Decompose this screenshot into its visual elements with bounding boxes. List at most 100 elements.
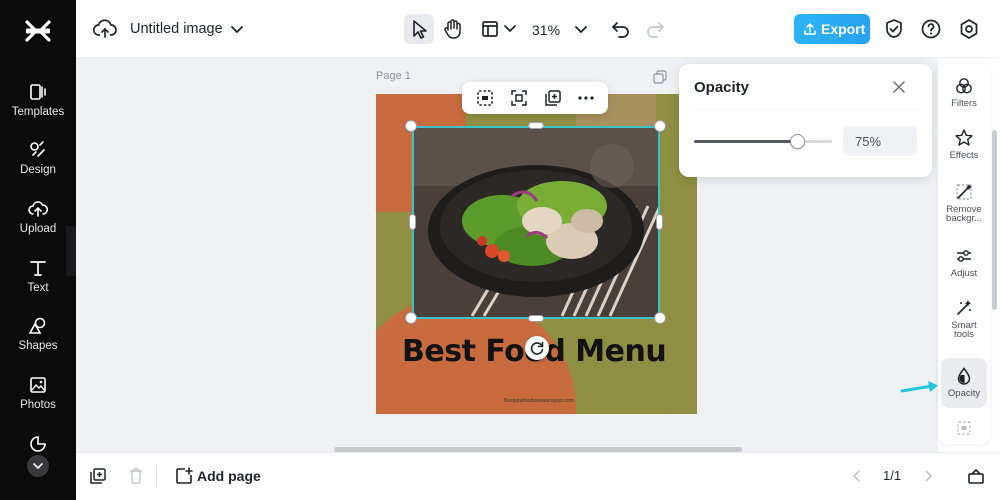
shapes-icon — [28, 317, 46, 334]
help-icon[interactable] — [918, 16, 944, 42]
cursor-icon — [413, 20, 427, 39]
floating-toolbar — [462, 82, 608, 114]
zoom-level[interactable]: 31% — [532, 22, 560, 38]
document-title[interactable]: Untitled image — [130, 21, 223, 37]
bottom-bar: Add page 1/1 — [76, 452, 1000, 500]
resize-handle-bottom-right[interactable] — [654, 312, 666, 324]
opacity-panel-title: Opacity — [694, 79, 750, 96]
rail-item-crop[interactable] — [938, 418, 990, 438]
page-counter: 1/1 — [883, 468, 902, 483]
title-chevron-down-icon[interactable] — [226, 18, 248, 40]
pages-panel-icon[interactable] — [966, 466, 986, 486]
photos-icon — [30, 377, 46, 393]
rail-item-filters[interactable]: Filters — [938, 76, 990, 108]
sidebar-item-photos[interactable]: Photos — [0, 375, 76, 427]
sidebar-item-label: Upload — [19, 223, 57, 235]
sidebar-item-label: Templates — [11, 106, 65, 118]
layout-chevron-down-icon[interactable] — [500, 18, 520, 38]
delete-page-icon[interactable] — [126, 466, 146, 486]
cloud-save-icon[interactable] — [92, 16, 118, 42]
close-icon[interactable] — [891, 79, 907, 95]
rail-item-label: Filters — [951, 98, 977, 109]
opacity-slider-thumb[interactable] — [790, 134, 805, 149]
rail-item-label: Adjust — [950, 268, 978, 279]
opacity-slider-fill — [694, 140, 798, 143]
hand-tool-icon[interactable] — [440, 16, 466, 42]
sidebar-item-label: Design — [20, 164, 56, 176]
rail-item-label: Effects — [949, 150, 979, 161]
undo-icon[interactable] — [608, 16, 634, 42]
templates-icon — [30, 84, 46, 100]
rail-item-label: Smart tools — [951, 320, 977, 340]
rail-item-opacity[interactable]: Opacity — [938, 366, 990, 398]
resize-handle-right[interactable] — [656, 214, 663, 230]
vertical-scrollbar[interactable] — [992, 130, 997, 310]
shield-icon[interactable] — [881, 16, 907, 42]
capcut-logo-icon[interactable] — [24, 17, 52, 45]
rotate-handle[interactable] — [525, 336, 549, 360]
remove-background-icon — [956, 184, 972, 200]
duplicate-page-button-icon[interactable] — [88, 466, 108, 486]
sidebar-item-text[interactable]: Text — [0, 258, 76, 310]
export-label: Export — [821, 21, 866, 37]
rotate-icon — [530, 341, 544, 355]
design-icon — [30, 141, 45, 157]
adjust-sliders-icon — [957, 250, 971, 262]
opacity-value-input[interactable]: 75% — [843, 126, 917, 156]
chevron-down-icon — [33, 463, 43, 470]
rail-item-adjust[interactable]: Adjust — [938, 246, 990, 278]
add-page-button[interactable]: Add page — [197, 468, 261, 484]
bottom-divider — [156, 466, 157, 486]
replace-image-icon[interactable] — [509, 88, 529, 108]
panel-divider — [694, 109, 916, 110]
sidebar-item-label: Photos — [20, 399, 56, 411]
sidebar-expand-button[interactable] — [27, 455, 49, 477]
rail-item-remove-background[interactable]: Remove backgr... — [938, 182, 990, 223]
opacity-panel: Opacity 75% — [679, 64, 932, 177]
left-sidebar: Templates Design Upload Text Shapes Phot… — [0, 0, 80, 500]
page-label: Page 1 — [376, 70, 411, 82]
resize-handle-left[interactable] — [409, 214, 416, 230]
design-url[interactable]: Bestpiralfooduxwwscopsot.com — [504, 398, 574, 404]
selection-box — [412, 126, 660, 319]
resize-handle-top[interactable] — [528, 122, 544, 129]
sidebar-item-label: Text — [27, 282, 49, 294]
annotation-arrow-icon — [900, 381, 938, 393]
filters-icon — [956, 78, 972, 94]
duplicate-icon[interactable] — [543, 88, 563, 108]
sidebar-item-label: Shapes — [18, 340, 58, 352]
opacity-drop-icon — [957, 367, 971, 385]
redo-icon[interactable] — [642, 16, 668, 42]
rail-item-effects[interactable]: Effects — [938, 128, 990, 160]
settings-gear-icon[interactable] — [956, 16, 982, 42]
resize-handle-bottom[interactable] — [528, 315, 544, 322]
opacity-slider[interactable] — [694, 134, 832, 149]
sidebar-item-templates[interactable]: Templates — [0, 82, 76, 134]
magic-wand-icon — [957, 300, 972, 315]
resize-handle-top-right[interactable] — [654, 120, 666, 132]
crop-select-icon[interactable] — [475, 88, 495, 108]
duplicate-page-icon[interactable] — [653, 70, 667, 84]
crop-icon — [957, 421, 971, 435]
zoom-chevron-down-icon[interactable] — [570, 18, 592, 40]
resize-handle-top-left[interactable] — [405, 120, 417, 132]
next-page-icon[interactable] — [918, 466, 938, 486]
sidebar-item-design[interactable]: Design — [0, 140, 76, 192]
rail-item-smart-tools[interactable]: Smart tools — [938, 298, 990, 339]
export-button[interactable]: Export — [794, 14, 870, 44]
select-tool-button[interactable] — [404, 14, 434, 44]
right-tool-rail: Filters Effects Remove backgr... Adjust … — [938, 64, 990, 444]
more-options-icon[interactable] — [576, 88, 596, 108]
previous-page-icon[interactable] — [847, 466, 867, 486]
upload-arrow-icon — [804, 22, 816, 35]
top-bar: Untitled image 31% Export — [76, 0, 1000, 58]
rail-item-label: Remove backgr... — [946, 204, 982, 224]
pie-chart-icon — [30, 436, 46, 452]
add-page-icon[interactable] — [174, 466, 194, 486]
upload-icon — [28, 201, 48, 217]
sidebar-item-upload[interactable]: Upload — [0, 199, 76, 251]
effects-star-icon — [955, 129, 973, 146]
resize-handle-bottom-left[interactable] — [405, 312, 417, 324]
text-icon — [30, 261, 46, 276]
sidebar-item-shapes[interactable]: Shapes — [0, 316, 76, 368]
